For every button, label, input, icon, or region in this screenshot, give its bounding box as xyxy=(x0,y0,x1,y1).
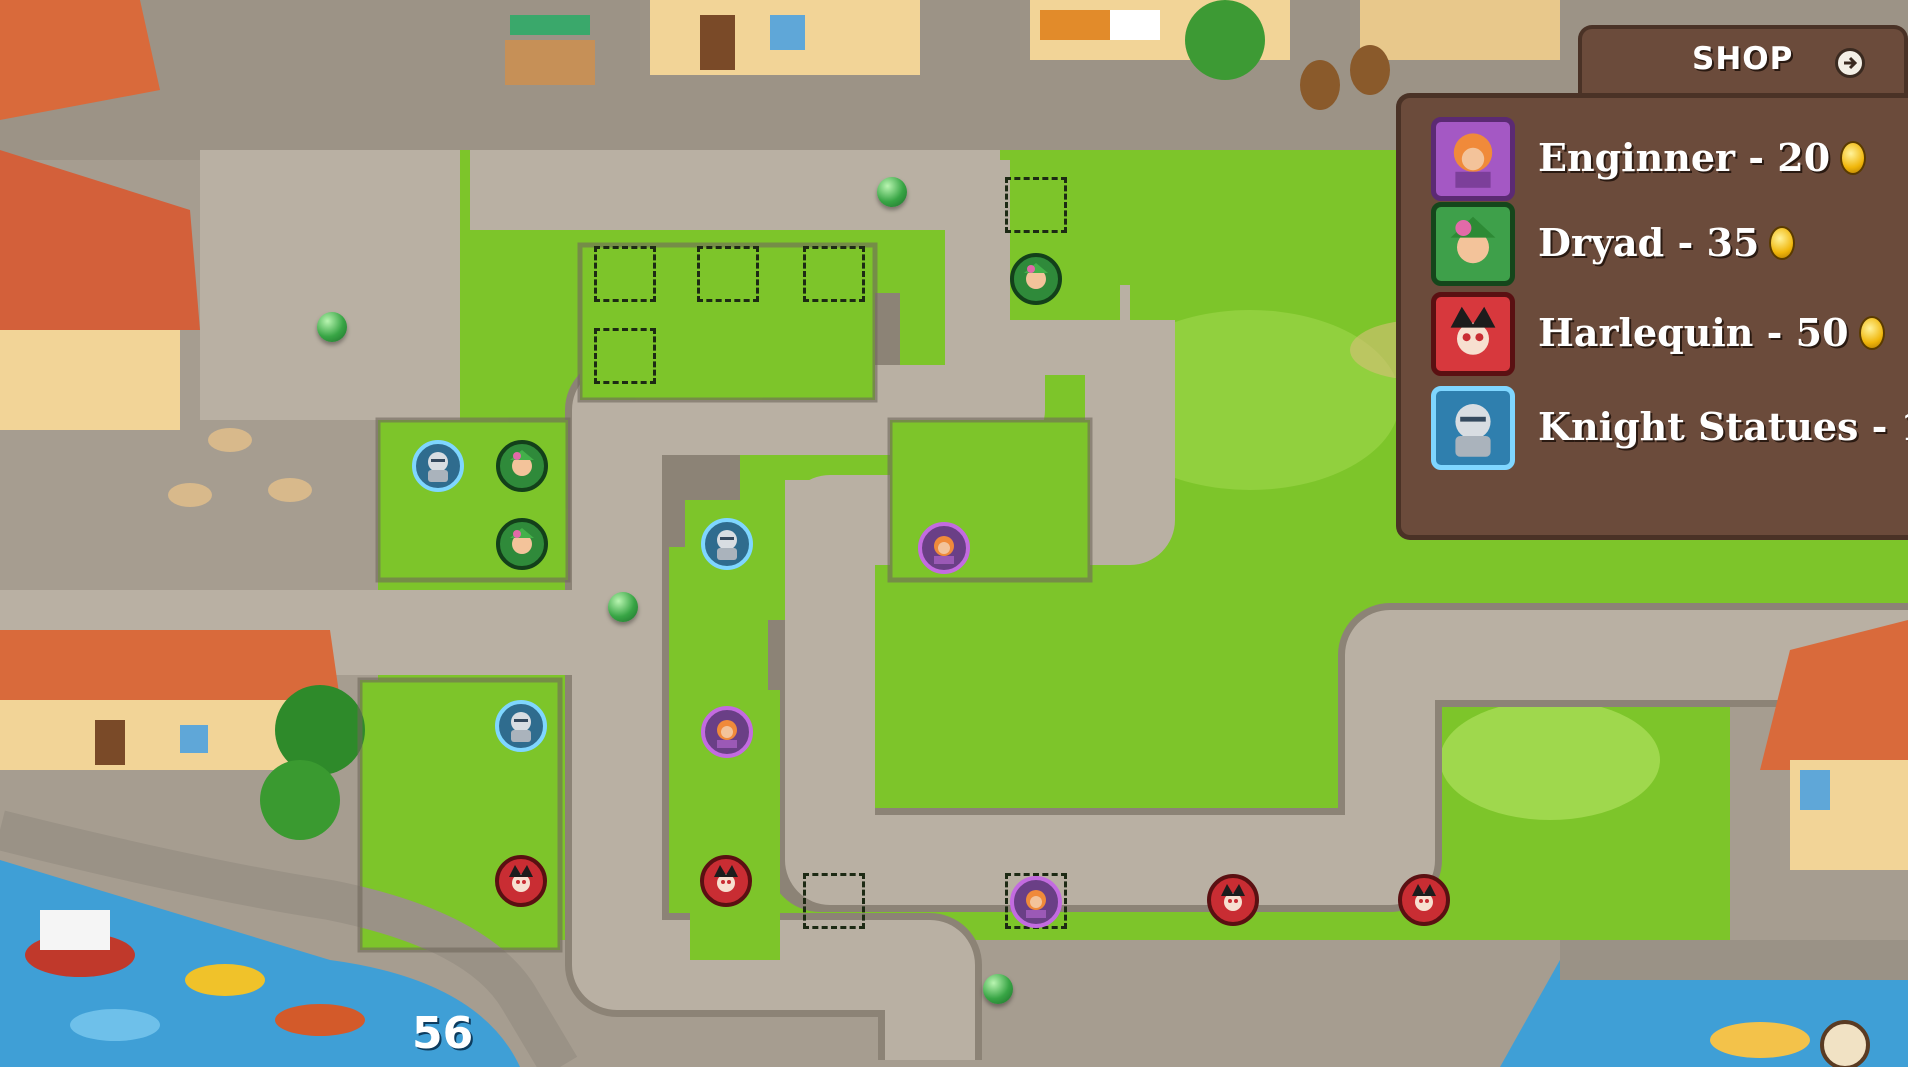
harlequin-icon xyxy=(509,865,533,892)
path-orb xyxy=(877,177,907,207)
shop-item-label: Harlequin - 50 xyxy=(1538,310,1849,355)
coin-icon xyxy=(1858,315,1885,350)
dryad-icon xyxy=(1024,263,1048,289)
dryad-icon xyxy=(1431,202,1515,286)
empty-tower-slot[interactable] xyxy=(803,873,865,929)
path-orb xyxy=(983,974,1013,1004)
dryad-tower[interactable] xyxy=(1010,253,1062,305)
harlequin-icon xyxy=(714,865,738,892)
dryad-tower[interactable] xyxy=(496,518,548,570)
empty-tower-slot[interactable] xyxy=(594,328,656,384)
empty-tower-slot[interactable] xyxy=(803,246,865,302)
shop-item-engineer[interactable]: Enginner - 20 xyxy=(1431,117,1901,207)
harlequin-tower[interactable] xyxy=(495,855,547,907)
knight-statue-icon xyxy=(717,530,737,560)
engineer-tower[interactable] xyxy=(918,522,970,574)
engineer-tower[interactable] xyxy=(1010,876,1062,928)
shop-item-label: Knight Statues - 10 xyxy=(1538,404,1908,449)
empty-tower-slot[interactable] xyxy=(594,246,656,302)
empty-tower-slot[interactable] xyxy=(1005,177,1067,233)
empty-tower-slot[interactable] xyxy=(697,246,759,302)
coin-icon xyxy=(1769,225,1796,260)
knight-statue-icon xyxy=(1431,386,1515,470)
shop-item-label: Dryad - 35 xyxy=(1538,220,1760,265)
shop-panel: Enginner - 20 Dryad - 35 Harlequin - 50 … xyxy=(1396,93,1908,540)
path-orb xyxy=(608,592,638,622)
shop-item-knight-statues[interactable]: Knight Statues - 10 xyxy=(1431,386,1908,476)
dryad-tower[interactable] xyxy=(496,440,548,492)
settings-icon[interactable] xyxy=(1820,1020,1870,1067)
game-stage: 56 SHOP Enginner - 20 Dryad - 35 Harlequ… xyxy=(0,0,1908,1067)
path-orb xyxy=(317,312,347,342)
knight-statue-tower[interactable] xyxy=(495,700,547,752)
harlequin-tower[interactable] xyxy=(1207,874,1259,926)
knight-statue-tower[interactable] xyxy=(701,518,753,570)
engineer-icon xyxy=(1026,890,1046,918)
engineer-icon xyxy=(934,536,954,564)
shop-tab[interactable]: SHOP xyxy=(1578,25,1908,93)
board-overlay: 56 SHOP Enginner - 20 Dryad - 35 Harlequ… xyxy=(0,0,1908,1067)
harlequin-icon xyxy=(1431,292,1515,376)
harlequin-tower[interactable] xyxy=(700,855,752,907)
harlequin-icon xyxy=(1221,884,1245,911)
shop-title: SHOP xyxy=(1692,41,1794,77)
harlequin-icon xyxy=(1412,884,1436,911)
engineer-icon xyxy=(1431,117,1515,201)
knight-statue-tower[interactable] xyxy=(412,440,464,492)
engineer-icon xyxy=(717,720,737,748)
harlequin-tower[interactable] xyxy=(1398,874,1450,926)
engineer-tower[interactable] xyxy=(701,706,753,758)
knight-statue-icon xyxy=(511,712,531,742)
arrow-right-icon[interactable] xyxy=(1835,48,1865,78)
shop-item-harlequin[interactable]: Harlequin - 50 xyxy=(1431,292,1901,382)
wave-timer: 56 xyxy=(412,1008,474,1059)
coin-icon xyxy=(1840,140,1867,175)
dryad-icon xyxy=(510,450,534,476)
knight-statue-icon xyxy=(428,452,448,482)
dryad-icon xyxy=(510,528,534,554)
shop-item-label: Enginner - 20 xyxy=(1538,135,1831,180)
shop-item-dryad[interactable]: Dryad - 35 xyxy=(1431,202,1901,292)
